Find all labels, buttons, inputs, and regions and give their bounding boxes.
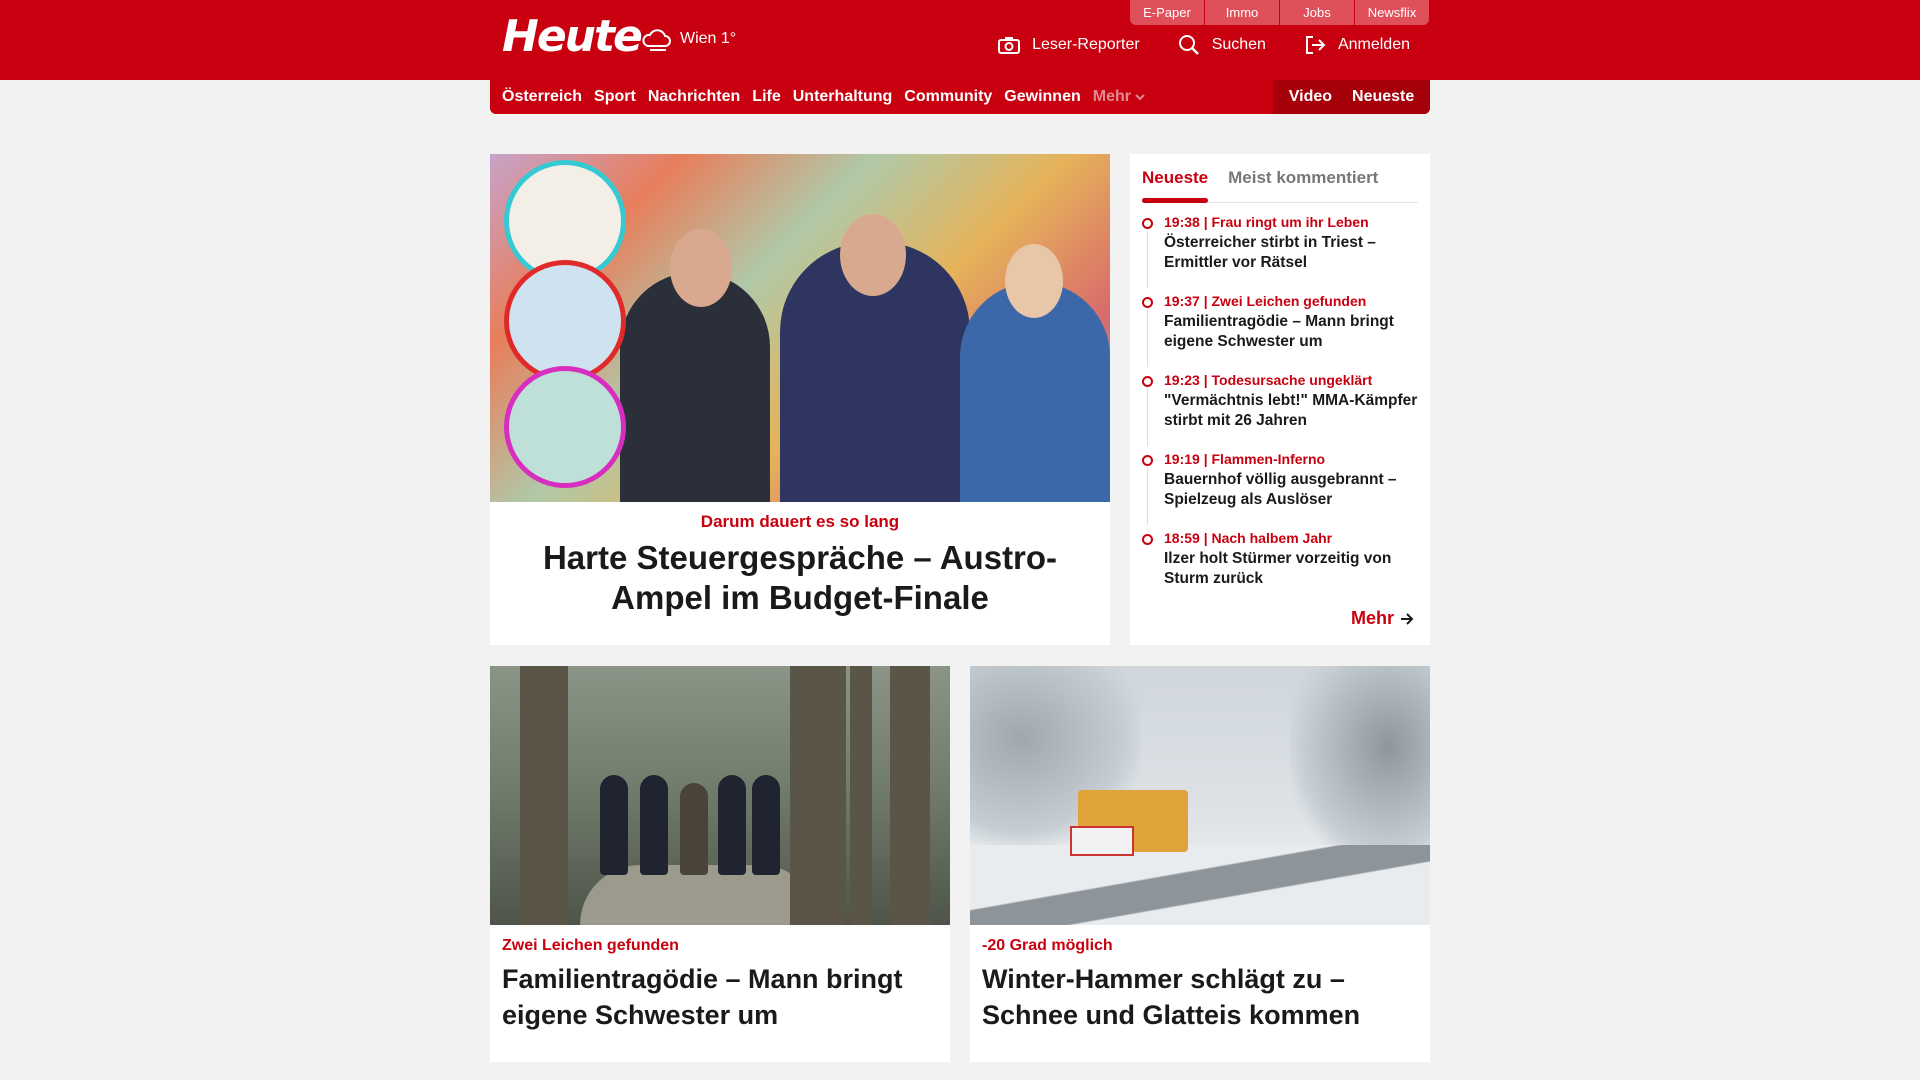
tab-meist-kommentiert[interactable]: Meist kommentiert	[1228, 162, 1378, 202]
ticker-meta: 19:19 | Flammen-Inferno	[1164, 451, 1326, 467]
article-card[interactable]: -20 Grad möglich Winter-Hammer schlägt z…	[970, 666, 1430, 1062]
image-officer	[600, 775, 628, 875]
hero-image-head	[840, 214, 906, 296]
image-plow-blade	[1070, 826, 1134, 856]
hero-image-beer-circle	[504, 366, 626, 488]
timeline-line	[1147, 388, 1148, 446]
quicklink-immo[interactable]: Immo	[1205, 0, 1279, 25]
weather-widget[interactable]: Wien 1°	[640, 26, 736, 52]
chevron-down-icon	[1135, 94, 1145, 101]
image-tree	[790, 666, 846, 925]
weather-cloud-icon	[642, 29, 671, 51]
ticker-headline: Österreicher stirbt in Triest – Ermittle…	[1164, 234, 1376, 271]
nav-item-oesterreich[interactable]: Österreich	[502, 88, 582, 106]
ticker-meta: 19:37 | Zwei Leichen gefunden	[1164, 293, 1367, 309]
image-officer	[640, 775, 668, 875]
hero-image-person	[620, 272, 770, 502]
image-tree	[520, 666, 568, 925]
card-kicker: -20 Grad möglich	[982, 937, 1113, 954]
timeline-dot	[1142, 297, 1153, 308]
login-icon	[1305, 36, 1326, 54]
nav-right-group: Video Neueste	[1273, 80, 1430, 114]
nav-item-life[interactable]: Life	[752, 88, 780, 106]
hero-title[interactable]: Harte Steuergespräche – Austro-Ampel im …	[498, 538, 1102, 618]
nav-item-neueste[interactable]: Neueste	[1352, 88, 1414, 106]
nav-item-nachrichten[interactable]: Nachrichten	[648, 88, 740, 106]
timeline-line	[1147, 309, 1148, 367]
nav-item-gewinnen[interactable]: Gewinnen	[1004, 88, 1080, 106]
hero-image-sugar-circle	[504, 260, 626, 382]
image-tree	[890, 666, 930, 925]
ticker-headline: Ilzer holt Stürmer vorzeitig von Sturm z…	[1164, 550, 1392, 587]
ticker-item[interactable]: 19:38 | Frau ringt um ihr Leben Österrei…	[1142, 214, 1418, 293]
ticker-list: 19:38 | Frau ringt um ihr Leben Österrei…	[1142, 214, 1418, 609]
ticker-headline: Familientragödie – Mann bringt eigene Sc…	[1164, 313, 1394, 350]
hero-image	[490, 154, 1110, 502]
ticker-more-label: Mehr	[1350, 608, 1394, 628]
image-snowy-road	[970, 845, 1430, 925]
leser-reporter-button[interactable]: Leser-Reporter	[998, 36, 1140, 54]
main-navigation: Österreich Sport Nachrichten Life Unterh…	[490, 80, 1430, 114]
ticker-headline: "Vermächtnis lebt!" MMA-Kämpfer stirbt m…	[1164, 392, 1418, 429]
image-tree	[850, 666, 872, 925]
timeline-dot	[1142, 534, 1153, 545]
ticker-more-link[interactable]: Mehr	[1351, 608, 1414, 629]
nav-item-sport[interactable]: Sport	[594, 88, 636, 106]
quicklink-jobs[interactable]: Jobs	[1280, 0, 1354, 25]
card-title[interactable]: Familientragödie – Mann bringt eigene Sc…	[502, 961, 938, 1033]
login-label: Anmelden	[1337, 36, 1410, 53]
timeline-dot	[1142, 218, 1153, 229]
search-label: Suchen	[1211, 36, 1266, 53]
timeline-line	[1147, 230, 1148, 288]
weather-text: Wien 1°	[680, 30, 737, 47]
ticker-item[interactable]: 19:37 | Zwei Leichen gefunden Familientr…	[1142, 293, 1418, 372]
hero-article[interactable]: Darum dauert es so lang Harte Steuergesp…	[490, 154, 1110, 645]
article-card[interactable]: Zwei Leichen gefunden Familientragödie –…	[490, 666, 950, 1062]
card-title[interactable]: Winter-Hammer schlägt zu – Schnee und Gl…	[982, 961, 1418, 1033]
site-logo[interactable]: Heute	[502, 12, 643, 62]
article-image-police-forest	[490, 666, 950, 925]
ticker-headline: Bauernhof völlig ausgebrannt – Spielzeug…	[1164, 471, 1397, 508]
leser-reporter-label: Leser-Reporter	[1032, 36, 1140, 53]
image-officer	[680, 783, 708, 875]
article-image-snowplow	[970, 666, 1430, 925]
nav-more-label: Mehr	[1092, 88, 1131, 105]
camera-icon	[998, 37, 1021, 54]
quicklink-newsflix[interactable]: Newsflix	[1355, 0, 1429, 25]
nav-item-community[interactable]: Community	[904, 88, 992, 106]
image-officer	[752, 775, 780, 875]
ticker-tabs: Neueste Meist kommentiert	[1142, 162, 1418, 203]
arrow-right-icon	[1401, 612, 1414, 625]
nav-item-unterhaltung[interactable]: Unterhaltung	[793, 88, 893, 106]
nav-more-dropdown[interactable]: Mehr	[1093, 88, 1145, 106]
card-kicker: Zwei Leichen gefunden	[502, 937, 679, 954]
image-officer	[718, 775, 746, 875]
ticker-item[interactable]: 19:19 | Flammen-Inferno Bauernhof völlig…	[1142, 451, 1418, 530]
ticker-meta: 19:23 | Todesursache ungeklärt	[1164, 372, 1373, 388]
hero-kicker: Darum dauert es so lang	[700, 512, 900, 531]
hero-image-head	[1005, 244, 1063, 318]
nav-item-video[interactable]: Video	[1289, 88, 1332, 106]
news-ticker-sidebar: Neueste Meist kommentiert 19:38 | Frau r…	[1130, 154, 1430, 645]
ticker-meta: 18:59 | Nach halbem Jahr	[1164, 530, 1333, 546]
ticker-item[interactable]: 18:59 | Nach halbem Jahr Ilzer holt Stür…	[1142, 530, 1418, 609]
login-button[interactable]: Anmelden	[1304, 35, 1410, 55]
timeline-line	[1147, 467, 1148, 525]
hero-image-head	[670, 229, 732, 307]
image-snow-trees	[1290, 666, 1430, 866]
search-button[interactable]: Suchen	[1178, 34, 1266, 56]
timeline-dot	[1142, 455, 1153, 466]
search-icon	[1178, 35, 1199, 55]
quicklink-epaper[interactable]: E-Paper	[1130, 0, 1204, 25]
timeline-dot	[1142, 376, 1153, 387]
ticker-meta: 19:38 | Frau ringt um ihr Leben	[1164, 214, 1369, 230]
header-actions: Leser-Reporter Suchen Anmelden	[960, 34, 1410, 56]
quicklinks: E-Paper Immo Jobs Newsflix	[1130, 0, 1429, 25]
ticker-item[interactable]: 19:23 | Todesursache ungeklärt "Vermächt…	[1142, 372, 1418, 451]
tab-neueste[interactable]: Neueste	[1142, 162, 1209, 203]
